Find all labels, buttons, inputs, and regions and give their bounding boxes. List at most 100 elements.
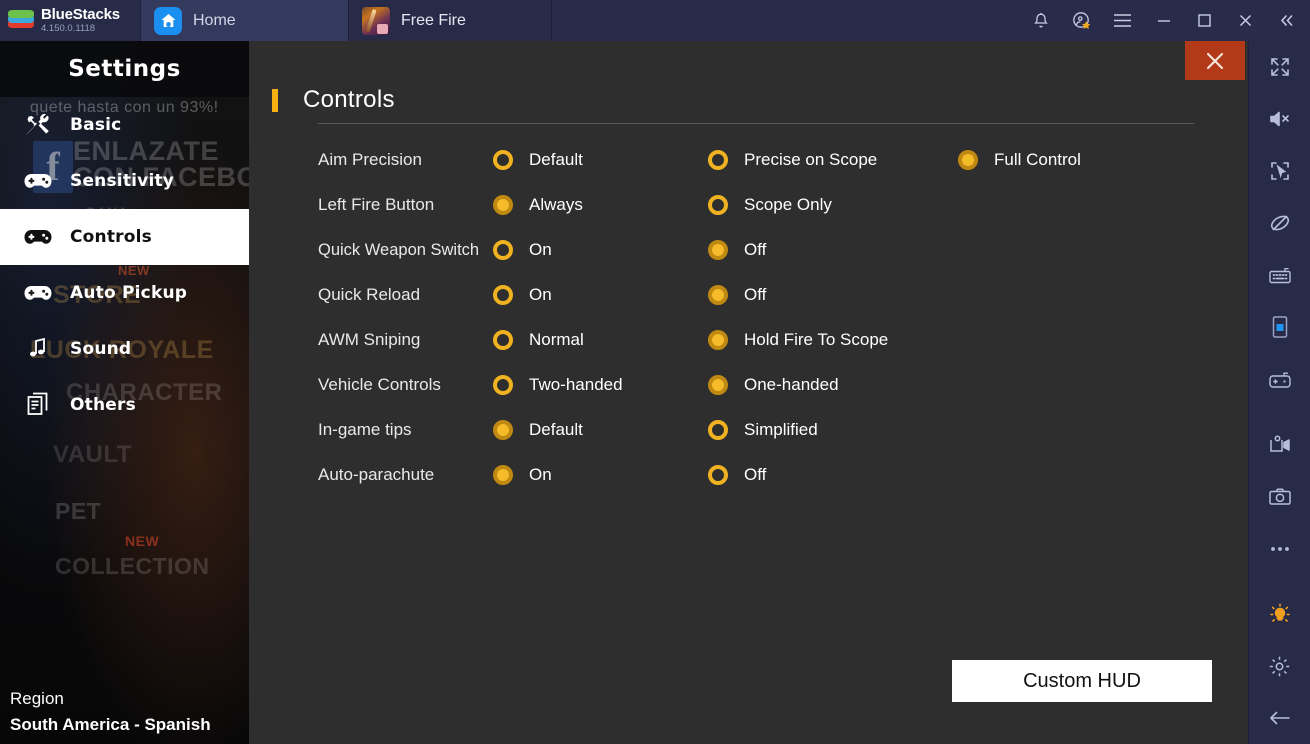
radio-icon[interactable]	[493, 329, 513, 350]
option-awm-sniping-hold-fire-to-scope[interactable]: Hold Fire To Scope	[708, 329, 958, 350]
option-quick-reload-on[interactable]: On	[493, 284, 708, 305]
settings-gear-icon[interactable]	[1249, 640, 1310, 692]
radio-icon[interactable]	[708, 284, 728, 305]
option-label: Normal	[529, 329, 584, 349]
region-value[interactable]: South America - Spanish	[10, 712, 249, 738]
sidebar-item-controls[interactable]: Controls	[0, 209, 249, 265]
rotate-lock-icon[interactable]	[1249, 197, 1310, 249]
more-options-icon[interactable]	[1249, 523, 1310, 575]
sidebar-item-basic[interactable]: Basic	[0, 97, 249, 153]
option-label: Default	[529, 149, 583, 169]
sidebar-item-sensitivity[interactable]: Sensitivity	[0, 153, 249, 209]
maximize-icon[interactable]	[1185, 0, 1224, 41]
sidebar-item-sensitivity-label: Sensitivity	[70, 171, 175, 191]
option-row-aim-precision: Aim Precision Default Precise on Scope F…	[318, 137, 1218, 182]
option-in-game-tips-simplified[interactable]: Simplified	[708, 419, 958, 440]
option-label: Always	[529, 194, 583, 214]
radio-icon[interactable]	[708, 419, 728, 440]
sidebar-item-controls-label: Controls	[70, 227, 152, 247]
tab-home[interactable]: Home	[141, 0, 349, 41]
document-icon	[23, 392, 53, 418]
sidebar-item-auto-pickup[interactable]: Auto Pickup	[0, 265, 249, 321]
fullscreen-icon[interactable]	[1249, 41, 1310, 93]
option-aim-precision-default[interactable]: Default	[493, 149, 708, 170]
option-aim-precision-precise-on-scope[interactable]: Precise on Scope	[708, 149, 958, 170]
bluestacks-brand: BlueStacks 4.150.0.1118	[0, 0, 141, 41]
option-quick-weapon-switch-off[interactable]: Off	[708, 239, 958, 260]
tab-free-fire[interactable]: Free Fire	[349, 0, 552, 41]
notifications-bell-icon[interactable]	[1021, 0, 1060, 41]
custom-hud-button[interactable]: Custom HUD	[952, 660, 1212, 702]
radio-icon[interactable]	[493, 194, 513, 215]
controls-panel: Controls Aim Precision Default Precise o…	[249, 41, 1248, 744]
portrait-mode-icon[interactable]	[1249, 301, 1310, 353]
radio-icon[interactable]	[708, 464, 728, 485]
radio-icon[interactable]	[708, 374, 728, 395]
option-vehicle-controls-two-handed[interactable]: Two-handed	[493, 374, 708, 395]
radio-icon[interactable]	[708, 239, 728, 260]
collapse-toolbar-icon[interactable]	[1267, 0, 1306, 41]
option-left-fire-button-always[interactable]: Always	[493, 194, 708, 215]
keyboard-controls-icon[interactable]	[1249, 249, 1310, 301]
option-quick-reload-off[interactable]: Off	[708, 284, 958, 305]
brand-name: BlueStacks	[41, 5, 120, 23]
sidebar-item-others-label: Others	[70, 395, 136, 415]
option-awm-sniping-normal[interactable]: Normal	[493, 329, 708, 350]
radio-icon[interactable]	[493, 239, 513, 260]
option-label: One-handed	[744, 374, 839, 394]
close-settings-button[interactable]	[1185, 41, 1245, 80]
back-arrow-icon[interactable]	[1249, 692, 1310, 744]
screenshot-camera-icon[interactable]	[1249, 471, 1310, 523]
sidebar-item-others[interactable]: Others	[0, 377, 249, 433]
titlebar-spacer	[552, 0, 1021, 41]
row-label: Vehicle Controls	[318, 374, 441, 394]
option-row-in-game-tips: In-game tips Default Simplified	[318, 407, 1218, 452]
settings-menu-list: Basic Sensitivity Controls Auto Pickup S…	[0, 97, 249, 433]
region-label: Region	[10, 689, 64, 708]
radio-icon[interactable]	[958, 149, 978, 170]
select-region-icon[interactable]	[1249, 145, 1310, 197]
option-row-quick-reload: Quick Reload On Off	[318, 272, 1218, 317]
row-label: Auto-parachute	[318, 464, 435, 484]
radio-icon[interactable]	[493, 284, 513, 305]
radio-icon[interactable]	[708, 194, 728, 215]
gamepad-icon	[23, 280, 53, 306]
option-in-game-tips-default[interactable]: Default	[493, 419, 708, 440]
gamepad-icon	[23, 224, 53, 250]
hamburger-menu-icon[interactable]	[1103, 0, 1142, 41]
option-left-fire-button-scope-only[interactable]: Scope Only	[708, 194, 958, 215]
radio-icon[interactable]	[708, 149, 728, 170]
row-label: Quick Reload	[318, 284, 421, 304]
mute-icon[interactable]	[1249, 93, 1310, 145]
radio-icon[interactable]	[493, 419, 513, 440]
region-footer: Region South America - Spanish	[0, 686, 249, 738]
page-title: Controls	[303, 86, 395, 113]
option-quick-weapon-switch-on[interactable]: On	[493, 239, 708, 260]
close-window-icon[interactable]	[1226, 0, 1265, 41]
tips-bulb-icon[interactable]	[1249, 588, 1310, 640]
rewards-star-icon[interactable]	[1062, 0, 1101, 41]
gamepad-controls-icon[interactable]	[1249, 353, 1310, 405]
screen-record-icon[interactable]	[1249, 419, 1310, 471]
radio-icon[interactable]	[493, 149, 513, 170]
option-auto-parachute-on[interactable]: On	[493, 464, 708, 485]
minimize-icon[interactable]	[1144, 0, 1183, 41]
brand-version: 4.150.0.1118	[41, 22, 96, 34]
radio-icon[interactable]	[493, 464, 513, 485]
radio-icon[interactable]	[493, 374, 513, 395]
sidebar-item-auto-pickup-label: Auto Pickup	[70, 283, 188, 303]
game-viewport: f quete hasta con un 93%! ENLAZATE CON F…	[0, 41, 1248, 744]
option-aim-precision-full-control[interactable]: Full Control	[958, 149, 1208, 170]
option-auto-parachute-off[interactable]: Off	[708, 464, 958, 485]
option-label: Full Control	[994, 149, 1081, 169]
option-label: Precise on Scope	[744, 149, 878, 169]
option-row-auto-parachute: Auto-parachute On Off	[318, 452, 1218, 497]
radio-icon[interactable]	[708, 329, 728, 350]
sidebar-item-sound-label: Sound	[70, 339, 132, 359]
sidebar-item-sound[interactable]: Sound	[0, 321, 249, 377]
option-row-vehicle-controls: Vehicle Controls Two-handed One-handed	[318, 362, 1218, 407]
option-vehicle-controls-one-handed[interactable]: One-handed	[708, 374, 958, 395]
row-label: Quick Weapon Switch	[318, 240, 480, 259]
option-label: Off	[744, 464, 767, 484]
option-label: On	[529, 464, 552, 484]
